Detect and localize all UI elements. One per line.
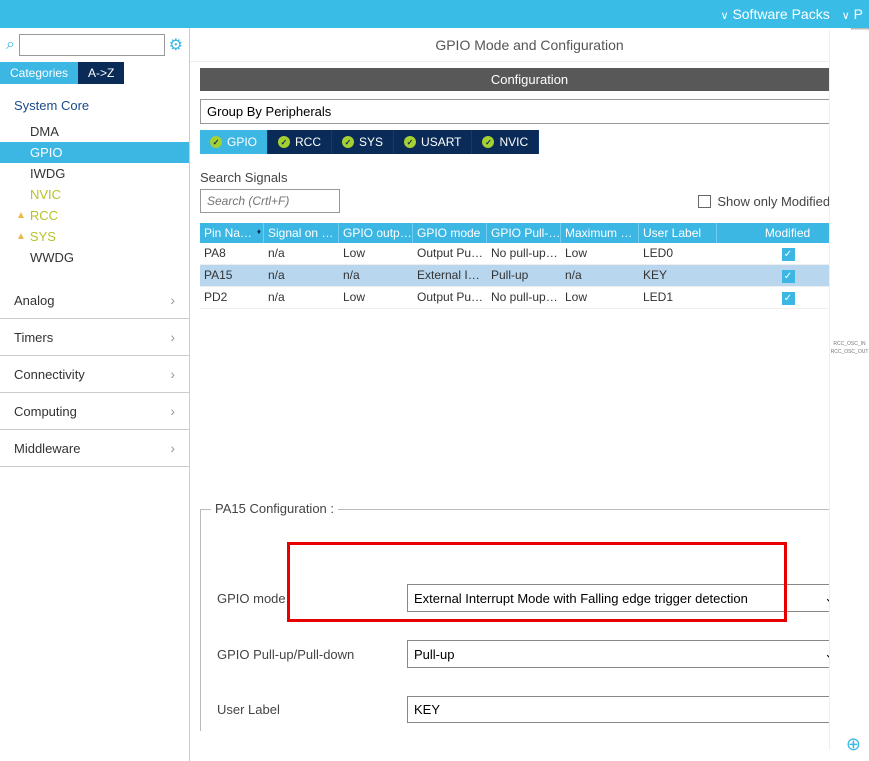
chevron-right-icon: › xyxy=(170,403,175,419)
group-by-select[interactable]: Group By Peripherals⌄ xyxy=(200,99,859,124)
section-system-core[interactable]: System Core xyxy=(0,84,189,121)
check-icon: ✓ xyxy=(482,136,494,148)
table-cell: Pull-up xyxy=(487,265,561,286)
check-icon: ✓ xyxy=(404,136,416,148)
table-cell: n/a xyxy=(339,265,413,286)
pin-configuration-panel: PA15 Configuration : GPIO mode External … xyxy=(200,509,859,731)
sidebar-item-dma[interactable]: DMA xyxy=(0,121,189,142)
col-pin-name[interactable]: Pin Na…♦ xyxy=(200,223,264,243)
gpio-mode-select[interactable]: External Interrupt Mode with Falling edg… xyxy=(407,584,842,612)
checked-icon: ✓ xyxy=(782,248,795,261)
search-signals-input[interactable] xyxy=(200,189,340,213)
table-cell: Low xyxy=(561,287,639,308)
table-cell: Low xyxy=(561,243,639,264)
gpio-pull-label: GPIO Pull-up/Pull-down xyxy=(217,647,407,662)
table-cell: PD2 xyxy=(200,287,264,308)
table-cell: No pull-up… xyxy=(487,287,561,308)
search-signals-label: Search Signals xyxy=(200,170,859,185)
table-cell: LED0 xyxy=(639,243,717,264)
chevron-right-icon: › xyxy=(170,366,175,382)
table-row[interactable]: PD2n/aLowOutput Pu…No pull-up…LowLED1✓ xyxy=(200,287,859,309)
col-pull[interactable]: GPIO Pull-… xyxy=(487,223,561,243)
table-row[interactable]: PA15n/an/aExternal I…Pull-upn/aKEY✓ xyxy=(200,265,859,287)
tab-categories[interactable]: Categories xyxy=(0,62,78,84)
table-cell: External I… xyxy=(413,265,487,286)
pinout-gutter: RCC_OSC_INRCC_OSC_OUT xyxy=(829,30,869,750)
col-mode[interactable]: GPIO mode xyxy=(413,223,487,243)
left-panel: ⌕ ⚙ Categories A->Z System Core DMA GPIO… xyxy=(0,28,190,761)
configuration-banner: Configuration xyxy=(200,68,859,91)
table-cell: n/a xyxy=(561,265,639,286)
gpio-mode-label: GPIO mode xyxy=(217,591,407,606)
gpio-pull-select[interactable]: Pull-up⌄ xyxy=(407,640,842,668)
ptab-rcc[interactable]: ✓RCC xyxy=(268,130,332,154)
table-cell: Output Pu… xyxy=(413,287,487,308)
sidebar-item-nvic[interactable]: NVIC xyxy=(0,184,189,205)
menu-pinout-truncated[interactable]: ∨ P xyxy=(842,6,863,22)
table-cell: n/a xyxy=(264,287,339,308)
section-connectivity[interactable]: Connectivity› xyxy=(0,356,189,393)
chevron-right-icon: › xyxy=(170,292,175,308)
check-icon: ✓ xyxy=(342,136,354,148)
pin-config-legend: PA15 Configuration : xyxy=(211,501,338,516)
section-middleware[interactable]: Middleware› xyxy=(0,430,189,467)
sidebar-item-iwdg[interactable]: IWDG xyxy=(0,163,189,184)
sidebar-item-wwdg[interactable]: WWDG xyxy=(0,247,189,268)
peripheral-search-input[interactable] xyxy=(19,34,165,56)
table-cell: KEY xyxy=(639,265,717,286)
sort-asc-icon: ♦ xyxy=(257,227,261,236)
sidebar-item-rcc[interactable]: ▲RCC xyxy=(0,205,189,226)
chevron-right-icon: › xyxy=(170,329,175,345)
search-icon[interactable]: ⌕ xyxy=(6,36,15,54)
table-cell: Low xyxy=(339,287,413,308)
section-computing[interactable]: Computing› xyxy=(0,393,189,430)
table-row[interactable]: PA8n/aLowOutput Pu…No pull-up…LowLED0✓ xyxy=(200,243,859,265)
sidebar-item-gpio[interactable]: GPIO xyxy=(0,142,189,163)
col-output[interactable]: GPIO outp… xyxy=(339,223,413,243)
table-cell: n/a xyxy=(264,265,339,286)
table-cell: LED1 xyxy=(639,287,717,308)
ptab-sys[interactable]: ✓SYS xyxy=(332,130,394,154)
gear-icon[interactable]: ⚙ xyxy=(169,35,183,55)
col-max[interactable]: Maximum … xyxy=(561,223,639,243)
col-signal[interactable]: Signal on … xyxy=(264,223,339,243)
section-timers[interactable]: Timers› xyxy=(0,319,189,356)
warning-icon: ▲ xyxy=(16,231,26,242)
table-cell: Low xyxy=(339,243,413,264)
table-header: Pin Na…♦ Signal on … GPIO outp… GPIO mod… xyxy=(200,223,859,243)
table-cell: No pull-up… xyxy=(487,243,561,264)
table-cell: PA8 xyxy=(200,243,264,264)
chevron-right-icon: › xyxy=(170,440,175,456)
panel-title: GPIO Mode and Configuration ◄ ► xyxy=(190,28,869,62)
check-icon: ✓ xyxy=(210,136,222,148)
menu-software-packs[interactable]: ∨ Software Packs xyxy=(720,6,829,22)
table-cell: PA15 xyxy=(200,265,264,286)
check-icon: ✓ xyxy=(278,136,290,148)
checked-icon: ✓ xyxy=(782,292,795,305)
col-label[interactable]: User Label xyxy=(639,223,717,243)
section-analog[interactable]: Analog› xyxy=(0,282,189,319)
ptab-usart[interactable]: ✓USART xyxy=(394,130,472,154)
right-panel: GPIO Mode and Configuration ◄ ► Configur… xyxy=(190,28,869,761)
osc-label: RCC_OSC_INRCC_OSC_OUT xyxy=(830,340,869,356)
table-cell: n/a xyxy=(264,243,339,264)
top-menu-bar: ∨ Software Packs ∨ P xyxy=(0,0,869,28)
checkbox-icon xyxy=(698,195,711,208)
pins-table: Pin Na…♦ Signal on … GPIO outp… GPIO mod… xyxy=(200,223,859,309)
left-tabs: Categories A->Z xyxy=(0,62,189,84)
ptab-gpio[interactable]: ✓GPIO xyxy=(200,130,268,154)
table-cell: Output Pu… xyxy=(413,243,487,264)
tab-az[interactable]: A->Z xyxy=(78,62,124,84)
warning-icon: ▲ xyxy=(16,210,26,221)
sidebar-item-sys[interactable]: ▲SYS xyxy=(0,226,189,247)
user-label-input[interactable] xyxy=(407,696,842,723)
zoom-in-icon[interactable]: ⊕ xyxy=(846,734,861,755)
user-label-label: User Label xyxy=(217,702,407,717)
peripheral-tabs: ✓GPIO ✓RCC ✓SYS ✓USART ✓NVIC xyxy=(200,130,859,154)
checked-icon: ✓ xyxy=(782,270,795,283)
ptab-nvic[interactable]: ✓NVIC xyxy=(472,130,539,154)
